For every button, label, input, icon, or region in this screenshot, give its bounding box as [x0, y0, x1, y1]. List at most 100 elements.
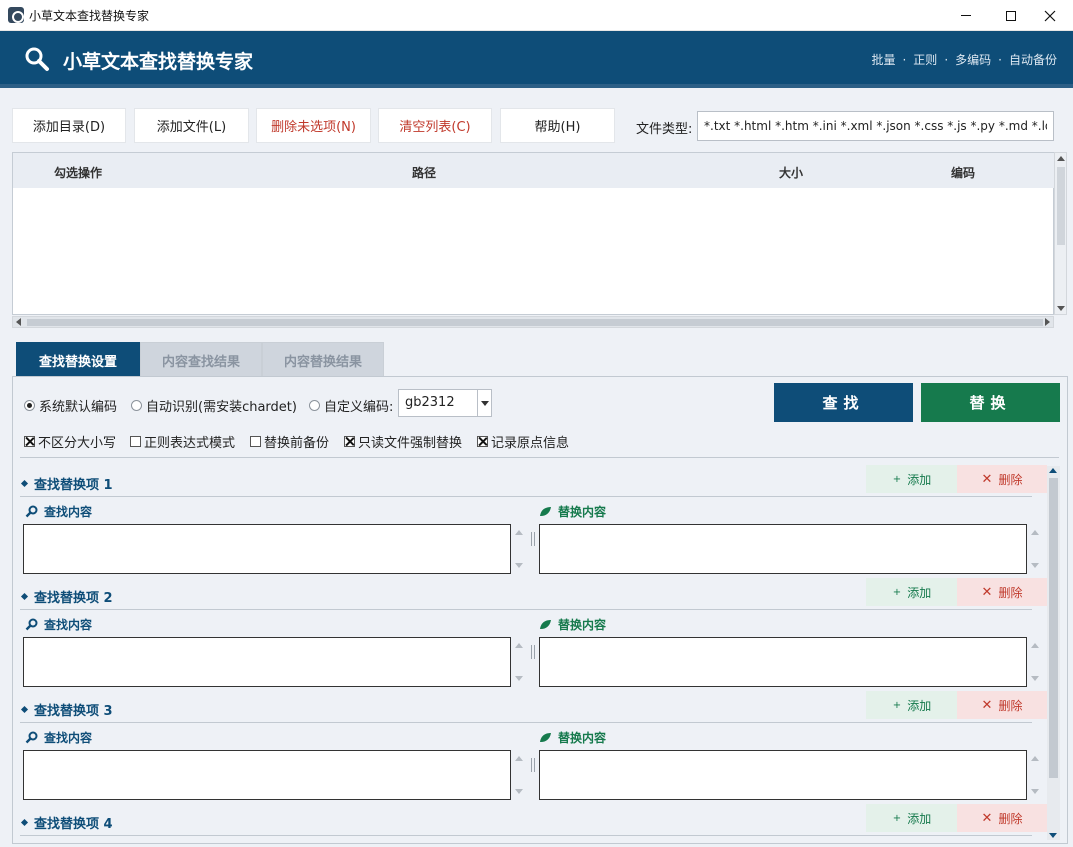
help-button[interactable]: 帮助(H) — [500, 108, 615, 143]
find-button[interactable]: 查找 — [774, 383, 913, 422]
find-replace-item-header: 查找替换项 3 + 添加 ✕ 删除 — [20, 691, 1047, 723]
checkbox-backup[interactable]: 替换前备份 — [250, 432, 329, 451]
filetype-input[interactable] — [697, 111, 1054, 141]
delete-item-button[interactable]: ✕ 删除 — [957, 691, 1047, 719]
scroll-down-icon[interactable] — [1031, 676, 1039, 681]
feature-tag: 正则 — [913, 53, 938, 67]
scroll-left-icon[interactable] — [16, 318, 21, 326]
delete-item-button[interactable]: ✕ 删除 — [957, 578, 1047, 606]
scroll-down-icon[interactable] — [1031, 563, 1039, 568]
close-icon: ✕ — [981, 810, 993, 826]
find-input-scrollbar[interactable] — [513, 750, 525, 800]
radio-dot — [24, 400, 35, 411]
chevron-down-icon[interactable] — [477, 390, 491, 416]
radio-label: 系统默认编码 — [39, 400, 118, 415]
find-input-scrollbar[interactable] — [513, 637, 525, 687]
delete-item-button[interactable]: ✕ 删除 — [957, 465, 1047, 493]
scroll-down-icon[interactable] — [515, 563, 523, 568]
scroll-up-icon[interactable] — [515, 756, 523, 761]
replace-button[interactable]: 替换 — [921, 383, 1060, 422]
scroll-up-icon[interactable] — [1057, 156, 1065, 161]
scroll-right-icon[interactable] — [1045, 318, 1050, 326]
scroll-down-icon[interactable] — [1049, 833, 1057, 838]
tab-replace-results[interactable]: 内容替换结果 — [262, 342, 384, 377]
items-vertical-scrollbar[interactable] — [1047, 466, 1060, 840]
find-content-input[interactable] — [23, 750, 511, 800]
close-icon: ✕ — [981, 697, 993, 713]
scroll-down-icon[interactable] — [515, 676, 523, 681]
checkbox-record-origin[interactable]: 记录原点信息 — [477, 432, 569, 451]
replace-content-label: 替换内容 — [539, 503, 606, 520]
scroll-up-icon[interactable] — [1049, 468, 1057, 473]
replace-input-scrollbar[interactable] — [1029, 524, 1041, 574]
minimize-button[interactable] — [943, 0, 989, 31]
scroll-up-icon[interactable] — [1031, 643, 1039, 648]
search-icon — [25, 618, 38, 631]
replace-content-input[interactable] — [539, 637, 1027, 687]
checkbox-ignore-case[interactable]: 不区分大小写 — [24, 432, 116, 451]
leaf-icon — [540, 620, 551, 629]
add-item-button[interactable]: + 添加 — [866, 691, 958, 719]
diamond-icon — [20, 479, 29, 488]
add-file-button[interactable]: 添加文件(L) — [134, 108, 249, 143]
add-item-button[interactable]: + 添加 — [866, 465, 958, 493]
column-header-size[interactable]: 大小 — [779, 164, 803, 181]
add-label: 添加 — [907, 585, 932, 600]
find-input-scrollbar[interactable] — [513, 524, 525, 574]
encoding-select[interactable]: gb2312 — [398, 389, 492, 417]
radio-auto-detect[interactable]: 自动识别(需安装chardet) — [131, 396, 297, 415]
replace-content-input[interactable] — [539, 524, 1027, 574]
splitter-handle[interactable] — [531, 758, 535, 772]
file-list-table[interactable]: 勾选操作 路径 大小 编码 — [12, 152, 1055, 315]
column-header-check[interactable]: 勾选操作 — [54, 164, 102, 181]
delete-unselected-button[interactable]: 删除未选项(N) — [256, 108, 371, 143]
checkbox-label: 只读文件强制替换 — [358, 436, 463, 451]
find-content-input[interactable] — [23, 524, 511, 574]
feature-tag: 自动备份 — [1008, 53, 1057, 67]
leaf-icon — [540, 507, 551, 516]
splitter-handle[interactable] — [531, 645, 535, 659]
app-icon — [8, 7, 24, 23]
column-header-path[interactable]: 路径 — [412, 164, 436, 181]
replace-input-scrollbar[interactable] — [1029, 750, 1041, 800]
scroll-down-icon[interactable] — [1057, 306, 1065, 311]
filetype-label: 文件类型: — [636, 122, 693, 137]
delete-item-button[interactable]: ✕ 删除 — [957, 804, 1047, 832]
add-item-button[interactable]: + 添加 — [866, 578, 958, 606]
file-list-vertical-scrollbar[interactable] — [1054, 152, 1067, 315]
scroll-thumb[interactable] — [27, 319, 1043, 326]
scroll-up-icon[interactable] — [515, 643, 523, 648]
plus-icon: + — [892, 699, 902, 711]
diamond-icon — [20, 818, 29, 827]
tab-settings[interactable]: 查找替换设置 — [16, 342, 140, 377]
scroll-up-icon[interactable] — [1031, 530, 1039, 535]
file-list-horizontal-scrollbar[interactable] — [12, 316, 1054, 328]
radio-custom-encoding[interactable]: 自定义编码: — [309, 396, 393, 415]
find-replace-item-header: 查找替换项 4 + 添加 ✕ 删除 — [20, 804, 1047, 836]
scroll-down-icon[interactable] — [1031, 789, 1039, 794]
add-item-button[interactable]: + 添加 — [866, 804, 958, 832]
scroll-up-icon[interactable] — [1031, 756, 1039, 761]
checkbox-force-readonly[interactable]: 只读文件强制替换 — [344, 432, 462, 451]
checkbox-regex-mode[interactable]: 正则表达式模式 — [130, 432, 235, 451]
replace-content-label: 替换内容 — [539, 616, 606, 633]
close-button[interactable] — [1027, 0, 1073, 31]
scroll-thumb[interactable] — [1057, 167, 1065, 245]
splitter-handle[interactable] — [531, 532, 535, 546]
column-header-encoding[interactable]: 编码 — [951, 164, 975, 181]
find-replace-item-header: 查找替换项 1 + 添加 ✕ 删除 — [20, 465, 1047, 497]
add-directory-button[interactable]: 添加目录(D) — [12, 108, 126, 143]
replace-content-input[interactable] — [539, 750, 1027, 800]
scroll-up-icon[interactable] — [515, 530, 523, 535]
clear-list-button[interactable]: 清空列表(C) — [378, 108, 492, 143]
scroll-down-icon[interactable] — [515, 789, 523, 794]
tag-separator: · — [902, 53, 907, 67]
replace-input-scrollbar[interactable] — [1029, 637, 1041, 687]
radio-system-encoding[interactable]: 系统默认编码 — [24, 396, 117, 415]
tab-find-results[interactable]: 内容查找结果 — [140, 342, 262, 377]
plus-icon: + — [892, 586, 902, 598]
find-content-input[interactable] — [23, 637, 511, 687]
item-title: 查找替换项 2 — [20, 587, 113, 606]
scroll-thumb[interactable] — [1049, 478, 1058, 778]
item-title-text: 查找替换项 3 — [34, 704, 113, 719]
